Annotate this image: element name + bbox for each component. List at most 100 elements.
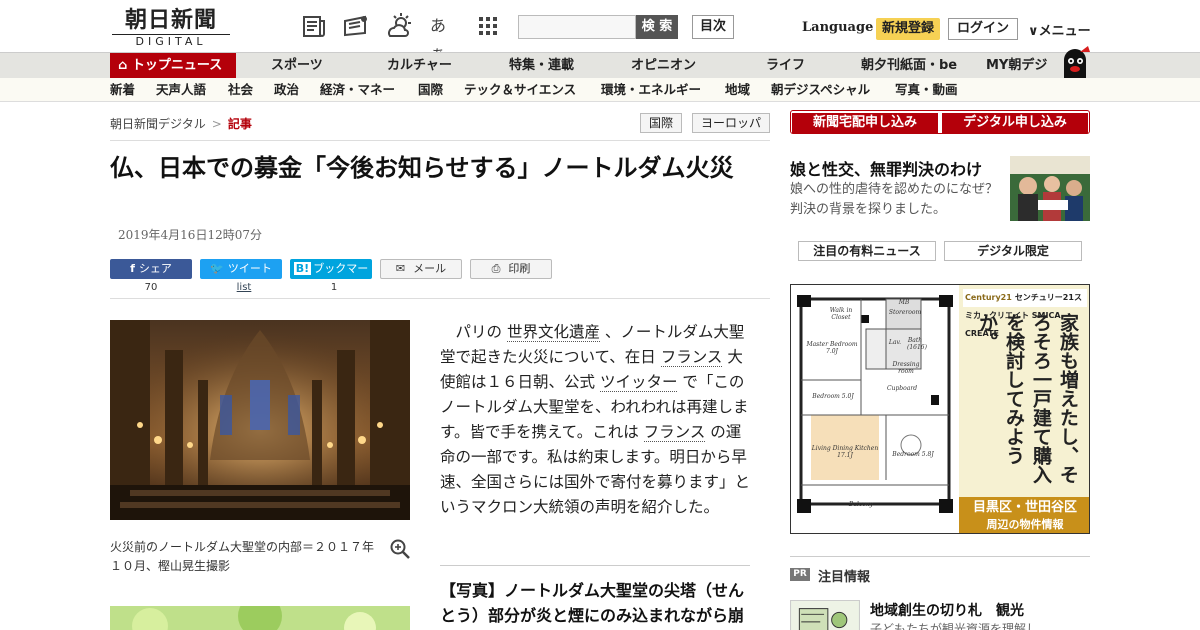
weather-icon[interactable] <box>386 12 414 40</box>
ad-area-sub: 周辺の物件情報 <box>986 518 1064 531</box>
print-button[interactable]: ⎙ 印刷 <box>470 259 552 279</box>
floor-plan-label: Living Dining Kitchen 17.1J <box>811 445 879 459</box>
link-france[interactable]: フランス <box>660 348 723 367</box>
body-text: パリの <box>455 323 507 341</box>
floor-plan-label: Cupboard <box>887 385 918 392</box>
promo-description[interactable]: 娘への性的虐待を認めたのになぜ？ 判決の背景を探りました。 <box>790 180 1011 220</box>
nav2-item-society[interactable]: 社会 <box>228 78 253 102</box>
nav-item-opinion[interactable]: オピニオン <box>631 53 696 79</box>
text-size-icon[interactable]: あぁ <box>430 12 458 63</box>
toc-button[interactable]: 目次 <box>692 15 734 39</box>
menu-button[interactable]: ∨メニュー <box>1028 20 1091 39</box>
nav2-item-tenseijingo[interactable]: 天声人語 <box>156 78 206 102</box>
floor-plan-label: Dressing room <box>892 361 920 375</box>
twitter-icon: 🐦 <box>210 262 224 275</box>
pr-section-title: 注目情報 <box>818 570 871 585</box>
hatena-bookmark-count: 1 <box>330 282 338 293</box>
twitter-share-list-link[interactable]: list <box>203 282 285 293</box>
floor-plan-label: Bedroom 5.0J <box>812 393 854 400</box>
ad-area: 目黒区・世田谷区 周辺の物件情報 <box>959 497 1089 533</box>
print-icon: ⎙ <box>491 262 501 275</box>
apply-digital-button[interactable]: デジタル申し込み <box>942 113 1088 133</box>
nav2-item-tech[interactable]: テック＆サイエンス <box>464 78 576 102</box>
tag-international[interactable]: 国際 <box>640 113 682 133</box>
floor-plan-label: Storeroom <box>888 309 922 316</box>
nav2-item-special[interactable]: 朝デジスペシャル <box>771 78 870 102</box>
nav-item-sports[interactable]: スポーツ <box>271 53 323 79</box>
related-photo[interactable] <box>110 606 410 630</box>
mail-share-label: メール <box>413 262 447 275</box>
signup-button[interactable]: 新規登録 <box>876 18 940 40</box>
ad-area-name: 目黒区・世田谷区 <box>972 500 1077 515</box>
nav2-item-photo[interactable]: 写真・動画 <box>895 78 958 102</box>
floor-plan-label: Walk in Closet <box>829 307 853 321</box>
search-input[interactable] <box>518 15 636 39</box>
nav-item-my[interactable]: MY朝デジ <box>986 53 1047 79</box>
newspaper-icon[interactable] <box>300 12 328 40</box>
nav2-item-environment[interactable]: 環境・エネルギー <box>601 78 701 102</box>
advertisement[interactable]: Walk in Closet Storeroom Master Bedroom … <box>790 284 1090 534</box>
facebook-share-button[interactable]: f シェア <box>110 259 192 279</box>
zoom-icon[interactable] <box>389 538 411 560</box>
menu-label: メニュー <box>1038 24 1091 39</box>
tag-europe[interactable]: ヨーロッパ <box>692 113 770 133</box>
facebook-share-label: シェア <box>138 262 172 275</box>
ad-copy-panel: Century21 センチュリー21スミカ・クリエイト SMICA CREATE … <box>959 285 1089 533</box>
article-body: パリの 世界文化遺産 、ノートルダム大聖堂で起きた火災について、在日 フランス … <box>440 320 750 520</box>
breadcrumb-home[interactable]: 朝日新聞デジタル <box>110 117 206 131</box>
language-link[interactable]: Language <box>802 20 873 35</box>
primary-nav: ⌂ トップニュース スポーツ カルチャー 特集・連載 オピニオン ライフ 朝夕刊… <box>0 52 1200 79</box>
nav-top-news[interactable]: ⌂ トップニュース <box>110 53 236 79</box>
login-button[interactable]: ログイン <box>948 18 1018 40</box>
nav2-item-politics[interactable]: 政治 <box>274 78 299 102</box>
twitter-share-label: ツイート <box>227 262 272 275</box>
promo-image[interactable] <box>1010 156 1090 221</box>
mascot-icon[interactable] <box>1058 44 1092 78</box>
link-world-heritage[interactable]: 世界文化遺産 <box>506 323 600 342</box>
nav2-item-international[interactable]: 国際 <box>418 78 443 102</box>
nav-item-life[interactable]: ライフ <box>766 53 805 79</box>
divider <box>790 556 1090 557</box>
article-date: 2019年4月16日12時07分 <box>118 228 262 242</box>
chevron-down-icon: ∨ <box>1028 24 1039 39</box>
floor-plan-label: Bedroom 5.8J <box>892 451 934 458</box>
nav-item-features[interactable]: 特集・連載 <box>509 53 574 79</box>
floor-plan-image <box>797 295 953 513</box>
pr-headline[interactable]: 地域創生の切り札 観光 <box>870 600 1024 620</box>
floor-plan-label: Balcony <box>848 501 874 508</box>
facebook-share-count: 70 <box>144 282 158 293</box>
print-label: 印刷 <box>508 262 531 275</box>
floor-plan-label: MB <box>898 299 910 306</box>
article-photo[interactable] <box>110 320 410 520</box>
apply-home-delivery-button[interactable]: 新聞宅配申し込み <box>792 113 938 133</box>
tab-digital-only[interactable]: デジタル限定 <box>944 241 1082 261</box>
feed-icon[interactable] <box>342 12 370 40</box>
nav2-item-region[interactable]: 地域 <box>725 78 750 102</box>
twitter-share-button[interactable]: 🐦 ツイート <box>200 259 282 279</box>
site-logo[interactable]: 朝日新聞 DIGITAL <box>112 8 230 48</box>
promo-title[interactable]: 娘と性交、無罪判決のわけ <box>790 156 982 180</box>
nav2-item-new[interactable]: 新着 <box>110 78 135 102</box>
tab-paid-news[interactable]: 注目の有料ニュース <box>798 241 936 261</box>
mail-share-button[interactable]: ✉ メール <box>380 259 462 279</box>
nav2-item-economy[interactable]: 経済・マネー <box>320 78 395 102</box>
related-article-link[interactable]: 【写真】ノートルダム大聖堂の尖塔（せんとう）部分が炎と煙にのみ込まれながら崩れ落… <box>440 578 750 630</box>
search-button[interactable]: 検 索 <box>636 15 678 39</box>
nav-item-paper[interactable]: 朝夕刊紙面・be <box>861 53 957 79</box>
link-france[interactable]: フランス <box>643 423 706 442</box>
logo-sub: DIGITAL <box>112 34 230 48</box>
secondary-nav: 新着 天声人語 社会 政治 経済・マネー 国際 テック＆サイエンス 環境・エネル… <box>0 78 1200 102</box>
grid-menu-icon[interactable] <box>474 12 502 40</box>
link-twitter[interactable]: ツイッター <box>599 373 678 392</box>
site-header: 朝日新聞 DIGITAL あぁ 検 索 目次 Language 新規登録 ログ <box>0 0 1200 63</box>
pr-subtext[interactable]: 子どもたちが観光資源を理解し <box>870 620 1038 630</box>
hatena-bookmark-button[interactable]: B! ブックマーク <box>290 259 372 295</box>
breadcrumb-separator: > <box>211 117 222 131</box>
nav-item-culture[interactable]: カルチャー <box>387 53 452 79</box>
photo-caption: 火災前のノートルダム大聖堂の内部＝２０１７年１０月、樫山晃生撮影 <box>110 540 375 573</box>
century21-logo: Century21 <box>965 293 1012 302</box>
logo-main: 朝日新聞 <box>124 7 217 33</box>
floor-plan-label: Lav. <box>888 339 902 346</box>
pr-image[interactable] <box>790 600 860 630</box>
floor-plan-label: Master Bedroom 7.0J <box>806 341 858 355</box>
